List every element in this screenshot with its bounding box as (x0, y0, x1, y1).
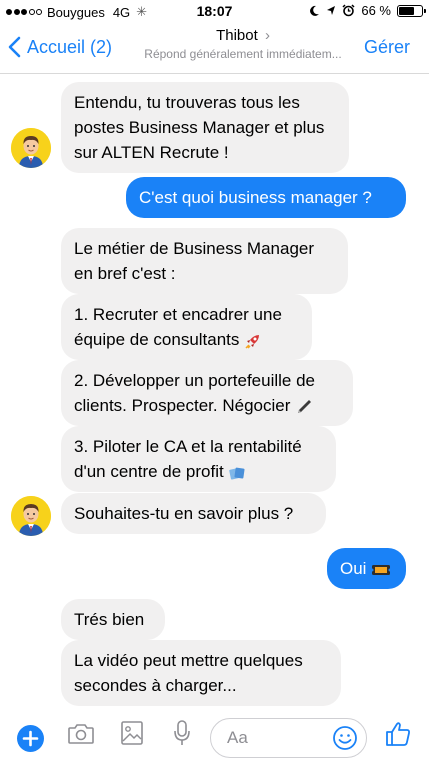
message-line: Souhaites-tu en savoir plus ? (74, 504, 294, 523)
message-line: équipe de consultants (74, 330, 240, 349)
plus-icon (22, 730, 39, 747)
message-input[interactable] (227, 727, 327, 749)
message-line: d'un centre de profit (74, 462, 224, 481)
incoming-message: Souhaites-tu en savoir plus ? (61, 493, 326, 534)
message-line: 3. Piloter le CA et la rentabilité (74, 437, 302, 456)
messenger-screen: Bouygues 4G ✳ 18:07 66 % Accueil (2) Thi… (0, 0, 429, 762)
chevron-right-icon: › (264, 27, 270, 44)
ticket-emoji (371, 564, 392, 575)
message-line: Trés bien (74, 610, 145, 629)
battery-percentage: 66 % (361, 3, 391, 18)
message-composer (0, 706, 429, 762)
message-line: sur ALTEN Recrute ! (74, 143, 229, 162)
image-icon (121, 721, 143, 745)
message-line: C'est quoi business manager ? (139, 188, 372, 207)
incoming-message: Trés bien (61, 599, 165, 640)
incoming-message: 2. Développer un portefeuille de clients… (61, 360, 353, 426)
alarm-clock-icon (342, 4, 355, 17)
message-line: 2. Développer un portefeuille de (74, 371, 315, 390)
message-line: Le métier de Business Manager (74, 239, 315, 258)
smiley-icon (333, 726, 357, 750)
response-time-status: Répond généralement immédiatem... (144, 47, 342, 61)
thumbs-up-icon (386, 722, 410, 746)
bot-avatar[interactable] (11, 496, 51, 536)
outgoing-message: C'est quoi business manager ? (126, 177, 406, 218)
back-button-label: Accueil (2) (27, 36, 113, 57)
message-line: Entendu, tu trouveras tous les (74, 93, 300, 112)
voice-button[interactable] (172, 719, 192, 752)
message-line: clients. Prospecter. Négocier (74, 396, 291, 415)
conversation-header: Accueil (2) Thibot › Répond généralement… (0, 22, 429, 74)
location-arrow-icon (327, 6, 336, 15)
bot-avatar[interactable] (11, 128, 51, 168)
emoji-button[interactable] (332, 725, 358, 756)
message-line: secondes à charger... (74, 676, 237, 695)
contact-name: Thibot (216, 27, 258, 44)
microphone-icon (174, 720, 190, 745)
contact-info[interactable]: Thibot › Répond généralement immédiatem.… (128, 27, 358, 61)
moon-icon (310, 5, 320, 16)
battery-icon (397, 4, 426, 17)
message-line: La vidéo peut mettre quelques (74, 651, 303, 670)
incoming-message: Entendu, tu trouveras tous les postes Bu… (61, 82, 349, 173)
chevron-left-icon (8, 36, 21, 58)
message-line: en bref c'est : (74, 264, 176, 283)
message-line: Oui (340, 559, 367, 578)
businessman-avatar-icon (11, 128, 51, 168)
like-button[interactable] (384, 720, 412, 753)
outgoing-message: Oui (327, 548, 406, 589)
incoming-message: 1. Recruter et encadrer une équipe de co… (61, 294, 312, 360)
back-button[interactable]: Accueil (2) (8, 36, 112, 58)
incoming-message: 3. Piloter le CA et la rentabilité d'un … (61, 426, 336, 492)
money-emoji (229, 467, 245, 480)
businessman-avatar-icon (11, 496, 51, 536)
incoming-message: Le métier de Business Manager en bref c'… (61, 228, 348, 294)
gallery-button[interactable] (120, 720, 144, 751)
camera-icon (68, 724, 94, 744)
camera-button[interactable] (67, 722, 95, 751)
incoming-message: La vidéo peut mettre quelques secondes à… (61, 640, 341, 706)
plus-button[interactable] (17, 725, 44, 752)
message-line: postes Business Manager et plus (74, 118, 325, 137)
message-input-container (210, 718, 367, 758)
manage-button[interactable]: Gérer (364, 37, 410, 58)
rocket-emoji (245, 334, 260, 349)
pen-emoji (298, 399, 312, 413)
message-list[interactable]: Entendu, tu trouveras tous les postes Bu… (0, 75, 429, 706)
message-line: 1. Recruter et encadrer une (74, 305, 282, 324)
status-bar: Bouygues 4G ✳ 18:07 66 % (0, 0, 429, 22)
